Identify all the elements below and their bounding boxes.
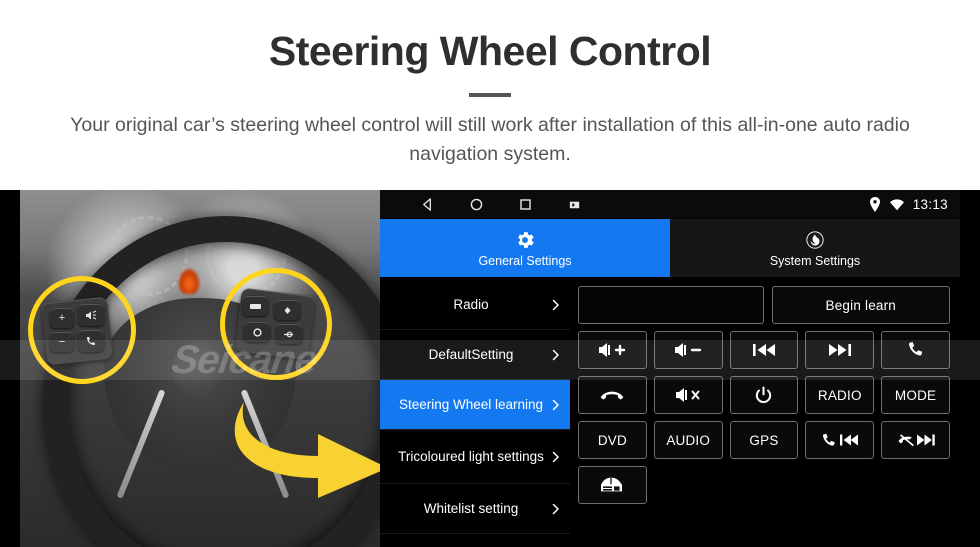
call-previous-button[interactable] [805, 421, 875, 459]
location-pin-icon [869, 196, 880, 212]
tab-system-settings[interactable]: System Settings [670, 219, 960, 277]
menu-item-steering-wheel-learning[interactable]: Steering Wheel learning [380, 380, 570, 430]
volume-up-icon [599, 343, 626, 357]
power-icon [756, 386, 772, 403]
highlight-circle-left [28, 276, 136, 384]
tab-general-settings-label: General Settings [478, 253, 572, 268]
control-row-2: RADIO MODE [578, 376, 950, 414]
mode-label: MODE [894, 387, 937, 403]
gear-icon [518, 231, 534, 248]
media-band: + − 13:13 General Settings System Settin… [0, 190, 980, 547]
phone-previous-icon [822, 433, 858, 446]
phone-icon [908, 342, 922, 356]
gps-button[interactable]: GPS [729, 421, 799, 459]
power-button[interactable] [729, 376, 799, 414]
wifi-icon [889, 198, 904, 210]
volume-mute-icon [676, 388, 700, 402]
volume-up-button[interactable] [578, 331, 647, 369]
tab-system-settings-label: System Settings [769, 253, 861, 268]
menu-item-label: Radio [453, 296, 489, 312]
dvd-label: DVD [597, 432, 627, 448]
control-row-4 [578, 466, 950, 504]
settings-tabs: General Settings System Settings [380, 219, 960, 278]
control-row-1 [578, 331, 950, 369]
highlight-circle-right [220, 268, 332, 380]
previous-track-icon [752, 344, 775, 356]
home-icon[interactable] [469, 197, 484, 212]
steering-wheel-learning-panel: Begin learn RADIO MODE DVD AUDIO GPS [570, 278, 960, 547]
chevron-right-icon [552, 349, 559, 360]
control-row-3: DVD AUDIO GPS [578, 421, 950, 459]
volume-down-icon [675, 343, 702, 357]
menu-item-label: DefaultSetting [428, 346, 514, 362]
gps-label: GPS [749, 432, 779, 448]
menu-item-label: Steering Wheel learning [398, 396, 544, 412]
page-title: Steering Wheel Control [268, 28, 712, 74]
begin-learn-button[interactable]: Begin learn [771, 286, 950, 324]
settings-menu-list: Radio DefaultSetting Steering Wheel lear… [380, 278, 570, 547]
answer-call-button[interactable] [881, 331, 950, 369]
back-icon[interactable] [420, 197, 435, 212]
system-logo-icon [806, 230, 824, 249]
next-track-button[interactable] [805, 331, 875, 369]
phone-hangup-icon [600, 391, 624, 400]
mute-button[interactable] [653, 376, 723, 414]
radio-label: RADIO [817, 387, 862, 403]
begin-learn-label: Begin learn [825, 297, 897, 313]
car-icon [601, 477, 623, 492]
dvd-button[interactable]: DVD [578, 421, 647, 459]
android-status-bar: 13:13 [380, 190, 960, 219]
steering-wheel-photo: + − [20, 190, 380, 547]
android-nav-icons [420, 197, 582, 212]
recents-icon[interactable] [518, 197, 533, 212]
end-call-button[interactable] [578, 376, 647, 414]
menu-item-radio[interactable]: Radio [380, 280, 570, 330]
car-info-button[interactable] [578, 466, 647, 504]
title-divider [469, 93, 511, 98]
audio-label: AUDIO [666, 432, 711, 448]
menu-item-label: Tricoloured light settings [398, 448, 544, 464]
chevron-right-icon [552, 299, 559, 310]
page-subtitle: Your original car’s steering wheel contr… [70, 114, 910, 166]
status-indicators: 13:13 [869, 196, 948, 212]
settings-body: Radio DefaultSetting Steering Wheel lear… [380, 278, 960, 547]
menu-item-label: Whitelist setting [423, 500, 519, 516]
chevron-right-icon [552, 399, 559, 410]
tab-general-settings[interactable]: General Settings [380, 219, 670, 277]
hangup-next-button[interactable] [881, 421, 950, 459]
chevron-right-icon [552, 451, 559, 462]
screenshot-icon[interactable] [567, 197, 582, 212]
mode-button[interactable]: MODE [881, 376, 950, 414]
page-header: Steering Wheel Control Your original car… [0, 0, 980, 190]
head-unit-screen: 13:13 General Settings System Settings R… [380, 190, 960, 547]
status-clock: 13:13 [912, 196, 948, 212]
next-track-icon [828, 344, 851, 356]
hangup-next-icon [897, 434, 935, 447]
previous-track-button[interactable] [729, 331, 799, 369]
learn-display-field[interactable] [578, 286, 764, 324]
audio-button[interactable]: AUDIO [653, 421, 723, 459]
volume-down-button[interactable] [653, 331, 723, 369]
menu-item-defaultsetting[interactable]: DefaultSetting [380, 330, 570, 380]
menu-item-whitelist-setting[interactable]: Whitelist setting [380, 484, 570, 534]
panel-top-row: Begin learn [578, 286, 950, 324]
menu-item-tricoloured-light-settings[interactable]: Tricoloured light settings [380, 430, 570, 484]
chevron-right-icon [552, 503, 559, 514]
radio-button[interactable]: RADIO [805, 376, 875, 414]
